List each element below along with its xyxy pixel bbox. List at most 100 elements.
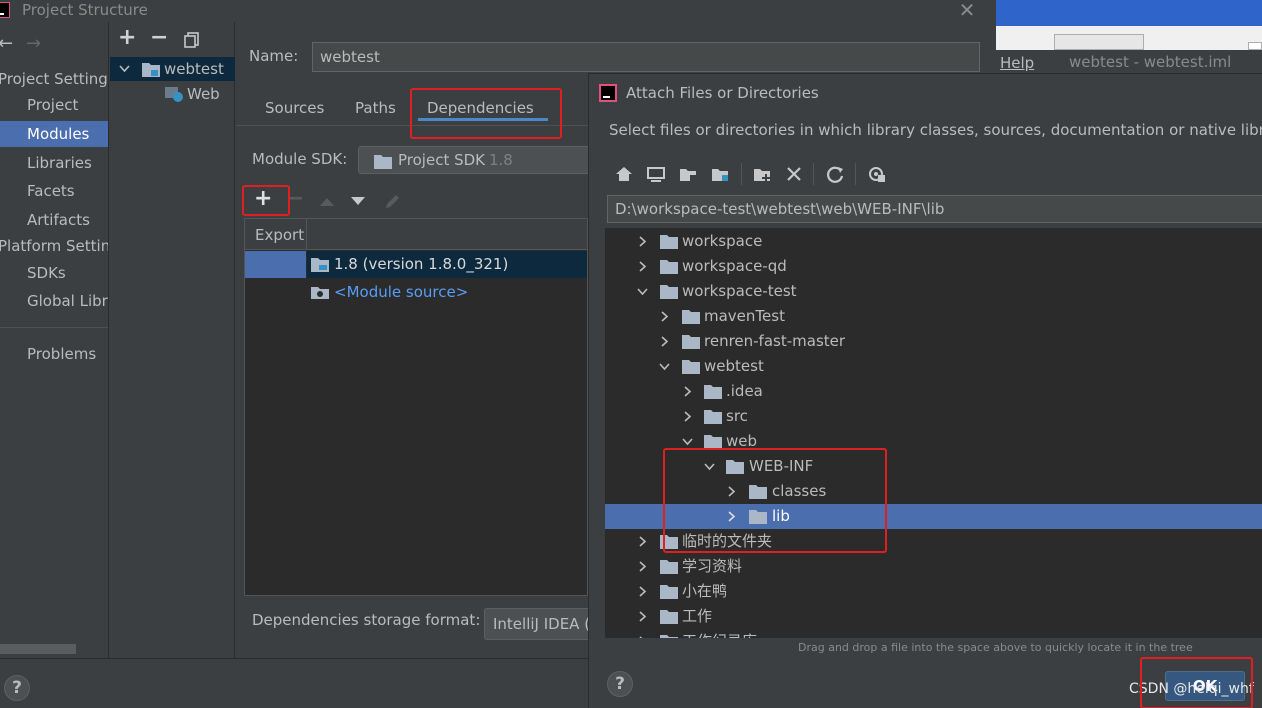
copy-module-icon[interactable] [184, 32, 200, 48]
tree-item-label: renren-fast-master [704, 332, 846, 350]
horizontal-scrollbar[interactable] [0, 644, 76, 654]
intellij-logo-icon [0, 2, 10, 18]
tree-item-label: 小在鸭 [682, 582, 728, 600]
close-button[interactable]: ✕ [957, 0, 977, 21]
tab-paths[interactable]: Paths [355, 95, 396, 121]
tree-item-xiaozaiya[interactable]: 小在鸭 [605, 579, 1262, 604]
table-row-export-cell[interactable] [245, 251, 306, 278]
chevron-down-icon[interactable] [637, 286, 648, 297]
chevron-right-icon[interactable] [637, 636, 648, 638]
chevron-right-icon[interactable] [659, 336, 670, 347]
tree-item-renren-fast-master[interactable]: renren-fast-master [605, 329, 1262, 354]
highlight-box-add-button [242, 185, 290, 216]
desktop-icon[interactable] [645, 163, 667, 185]
module-tree-label: webtest [164, 60, 224, 78]
show-hidden-icon[interactable] [866, 163, 888, 185]
tree-item-label: webtest [704, 357, 764, 375]
tree-item-webtest[interactable]: webtest [605, 354, 1262, 379]
back-arrow-icon[interactable]: ← [0, 33, 13, 54]
folder-icon [660, 285, 678, 299]
module-sdk-combo[interactable]: Project SDK 1.8 [358, 146, 598, 174]
table-row[interactable]: <Module source> [307, 279, 587, 306]
add-module-icon[interactable]: + [118, 26, 136, 50]
web-facet-icon [165, 87, 183, 102]
chevron-right-icon[interactable] [637, 536, 648, 547]
dialog-title: Attach Files or Directories [626, 84, 819, 102]
menu-help[interactable]: Help [1000, 54, 1034, 72]
new-folder-icon[interactable] [752, 163, 774, 185]
chevron-right-icon[interactable] [682, 386, 693, 397]
nav-item-global-libraries[interactable]: Global Libraries [0, 288, 108, 314]
export-column-header: Export [255, 226, 305, 244]
module-folder-icon[interactable] [710, 163, 732, 185]
nav-item-project[interactable]: Project [0, 92, 108, 118]
module-tree-label: Web [187, 85, 220, 103]
tree-item-label: mavenTest [704, 307, 785, 325]
nav-item-facets[interactable]: Facets [0, 178, 108, 204]
folder-icon [660, 260, 678, 274]
project-settings-header: Project Settings [0, 70, 109, 88]
home-icon[interactable] [613, 163, 635, 185]
module-tree-panel: + − webtest Web [110, 22, 235, 658]
chevron-right-icon[interactable] [637, 236, 648, 247]
nav-item-sdks[interactable]: SDKs [0, 260, 108, 286]
nav-item-modules[interactable]: Modules [0, 121, 108, 147]
help-button[interactable]: ? [4, 675, 30, 701]
highlight-box-ok [1140, 657, 1253, 708]
chevron-down-icon[interactable] [682, 436, 693, 447]
dialog-help-button[interactable]: ? [607, 671, 633, 697]
forward-arrow-icon[interactable]: → [26, 33, 41, 54]
table-row[interactable]: 1.8 (version 1.8.0_321) [307, 251, 587, 278]
tree-item-label: 工作纪录库 [682, 629, 757, 638]
chevron-right-icon[interactable] [637, 586, 648, 597]
tree-item-work-records[interactable]: 工作纪录库 [605, 629, 1262, 638]
intellij-logo-icon [599, 84, 617, 102]
column-divider [306, 219, 307, 250]
move-down-icon[interactable] [351, 197, 365, 206]
tree-item-label: 工作 [682, 607, 713, 625]
highlight-box-web-inf [663, 448, 887, 553]
sdk-folder-icon [374, 155, 392, 169]
chevron-right-icon[interactable] [659, 311, 670, 322]
platform-settings-header: Platform Settings [0, 237, 109, 255]
module-name-field[interactable]: webtest [312, 42, 980, 72]
refresh-icon[interactable] [824, 163, 846, 185]
chevron-right-icon[interactable] [637, 611, 648, 622]
move-up-icon[interactable] [320, 197, 334, 206]
chevron-right-icon[interactable] [637, 261, 648, 272]
tree-item-work[interactable]: 工作 [605, 604, 1262, 629]
drag-drop-hint: Drag and drop a file into the space abov… [798, 641, 1193, 654]
chevron-right-icon[interactable] [637, 561, 648, 572]
module-tree-item-web[interactable]: Web [110, 82, 235, 106]
path-field[interactable]: D:\workspace-test\webtest\web\WEB-INF\li… [607, 195, 1262, 223]
settings-sidebar: ← → Project Settings Project Modules Lib… [0, 22, 109, 658]
tab-sources[interactable]: Sources [265, 95, 324, 121]
tree-item-idea[interactable]: .idea [605, 379, 1262, 404]
nav-item-problems[interactable]: Problems [0, 341, 108, 367]
folder-icon [660, 585, 678, 599]
module-tree-item-webtest[interactable]: webtest [110, 57, 235, 81]
sdk-value: Project SDK [398, 151, 485, 169]
sdk-version: 1.8 [489, 151, 513, 169]
tree-item-maventest[interactable]: mavenTest [605, 304, 1262, 329]
tree-item-src[interactable]: src [605, 404, 1262, 429]
storage-format-value: IntelliJ IDEA (. [493, 615, 595, 633]
chevron-down-icon[interactable] [119, 65, 130, 73]
tree-item-workspace[interactable]: workspace [605, 229, 1262, 254]
module-sdk-label: Module SDK: [252, 150, 348, 168]
edit-pencil-icon[interactable] [384, 193, 401, 210]
remove-module-icon[interactable]: − [150, 26, 168, 50]
attach-files-dialog: Attach Files or Directories Select files… [588, 73, 1262, 708]
delete-icon[interactable] [783, 163, 805, 185]
nav-item-artifacts[interactable]: Artifacts [0, 207, 108, 233]
tree-item-workspace-qd[interactable]: workspace-qd [605, 254, 1262, 279]
tree-item-workspace-test[interactable]: workspace-test [605, 279, 1262, 304]
toolbar-separator [855, 163, 856, 185]
nav-item-libraries[interactable]: Libraries [0, 150, 108, 176]
storage-format-combo[interactable]: IntelliJ IDEA (. [484, 608, 604, 640]
chevron-down-icon[interactable] [659, 361, 670, 372]
tree-item-study-materials[interactable]: 学习资料 [605, 554, 1262, 579]
project-folder-icon[interactable] [678, 163, 700, 185]
chevron-right-icon[interactable] [682, 411, 693, 422]
jdk-folder-icon [311, 258, 329, 272]
